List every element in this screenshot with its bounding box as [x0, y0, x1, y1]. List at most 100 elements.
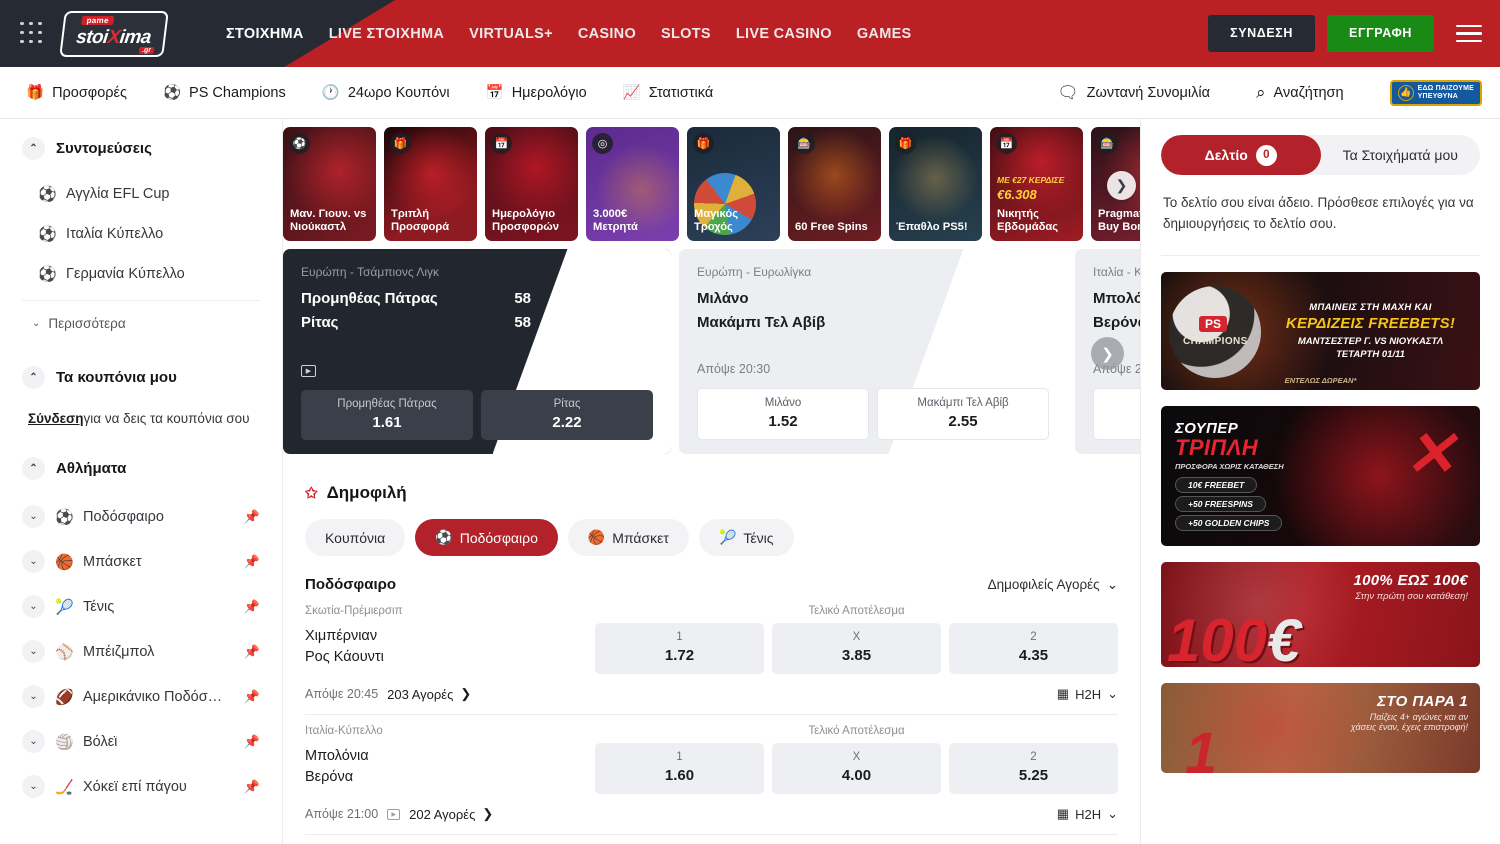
- pin-icon[interactable]: 📌: [244, 734, 260, 750]
- chevron-down-icon[interactable]: ⌄: [22, 505, 45, 528]
- odd-button-x[interactable]: X 4.00: [772, 743, 941, 794]
- subnav-item-live-chat[interactable]: 🗨 Ζωντανή Συνομιλία: [1057, 83, 1210, 103]
- match-carousel-next-button[interactable]: ❯: [1091, 337, 1124, 370]
- pin-icon[interactable]: 📌: [244, 554, 260, 570]
- promo-tile[interactable]: 📅 ΜΕ €27 ΚΕΡΔΙΣΕ €6.308 ΝικητήςΕβδομάδας: [990, 127, 1083, 241]
- tab-football[interactable]: ⚽ Ποδόσφαιρο: [415, 519, 558, 556]
- sidebar-item-italy-cup[interactable]: ⚽ Ιταλία Κύπελλο: [22, 214, 260, 254]
- subnav-item-search[interactable]: ⌕ Αναζήτηση: [1256, 83, 1344, 103]
- login-button[interactable]: ΣΥΝΔΕΣΗ: [1208, 15, 1315, 52]
- match-card[interactable]: Ευρώπη - Ευρωλίγκα Μιλάνο Μακάμπι Τελ Αβ…: [679, 249, 1067, 454]
- chevron-down-icon[interactable]: ⌄: [22, 685, 45, 708]
- event-markets-link[interactable]: 202 Αγορές ❯: [409, 806, 493, 822]
- apps-grid-icon[interactable]: [20, 22, 44, 46]
- odd-button-x[interactable]: X 3.85: [772, 623, 941, 674]
- logo-main-text: stoiXima: [75, 26, 152, 48]
- sidebar-item-football[interactable]: ⌄ ⚽ Ποδόσφαιρο 📌: [22, 494, 260, 539]
- sidebar-section-sports[interactable]: ⌃ Αθλήματα: [22, 457, 260, 480]
- odd-button[interactable]: Προμηθέας Πάτρας 1.61: [301, 390, 473, 440]
- sidebar-item-efl-cup[interactable]: ⚽ Αγγλία EFL Cup: [22, 174, 260, 214]
- sidebar-item-volleyball[interactable]: ⌄ 🏐 Βόλεϊ 📌: [22, 719, 260, 764]
- tab-tennis[interactable]: 🎾 Τένις: [699, 519, 794, 556]
- nav-item-casino[interactable]: CASINO: [578, 26, 636, 42]
- odd-button[interactable]: 1 1.60: [1093, 388, 1140, 440]
- nav-item-slots[interactable]: SLOTS: [661, 26, 711, 42]
- event-markets-link[interactable]: 203 Αγορές ❯: [387, 686, 471, 702]
- match-card[interactable]: Ευρώπη - Τσάμπιονς Λιγκ Προμηθέας Πάτρας…: [283, 249, 671, 454]
- pin-icon[interactable]: 📌: [244, 644, 260, 660]
- event-away-team[interactable]: Βερόνα: [305, 767, 595, 788]
- pin-icon[interactable]: 📌: [244, 779, 260, 795]
- tab-basketball[interactable]: 🏀 Μπάσκετ: [568, 519, 689, 556]
- right-banner-sto-para-1[interactable]: 1 ΣΤΟ ΠΑΡΑ 1 Παίζεις 4+ αγώνες και αν χά…: [1161, 683, 1480, 773]
- hamburger-menu-icon[interactable]: [1456, 20, 1482, 48]
- sidebar-section-shortcuts[interactable]: ⌃ Συντομεύσεις: [22, 137, 260, 160]
- sidebar-item-baseball[interactable]: ⌄ ⚾ Μπέιζμπολ 📌: [22, 629, 260, 674]
- nav-item-stoixima[interactable]: ΣΤΟΙΧΗΜΑ: [226, 26, 304, 42]
- sidebar-item-ice-hockey[interactable]: ⌄ 🏒 Χόκεϊ επί πάγου 📌: [22, 764, 260, 809]
- chevron-down-icon[interactable]: ⌄: [22, 775, 45, 798]
- responsible-gaming-badge[interactable]: 👍 ΕΔΩ ΠΑΙΖΟΥΜΕ ΥΠΕΥΘΥΝΑ: [1390, 80, 1482, 106]
- markets-selector[interactable]: Δημοφιλείς Αγορές ⌄: [988, 577, 1118, 593]
- promo-tile[interactable]: 🎁 Έπαθλο PS5!: [889, 127, 982, 241]
- nav-item-virtuals[interactable]: VIRTUALS+: [469, 26, 553, 42]
- chevron-down-icon[interactable]: ⌄: [22, 640, 45, 663]
- tv-icon[interactable]: ▶: [387, 809, 400, 820]
- sidebar-item-american-football[interactable]: ⌄ 🏈 Αμερικάνικο Ποδόσ… 📌: [22, 674, 260, 719]
- event-h2h-button[interactable]: ▦ H2H ⌄: [1057, 806, 1118, 822]
- odd-button[interactable]: Ρίτας 2.22: [481, 390, 653, 440]
- nav-item-live-stoixima[interactable]: LIVE ΣΤΟΙΧΗΜΑ: [329, 26, 444, 42]
- promo-tile[interactable]: 🎁 ΤριπλήΠροσφορά: [384, 127, 477, 241]
- subnav-item-24h-coupon[interactable]: 🕐 24ωρο Κουπόνι: [322, 84, 450, 101]
- calendar-icon: 📅: [996, 133, 1017, 154]
- signup-button[interactable]: ΕΓΓΡΑΦΗ: [1327, 15, 1434, 52]
- chevron-down-icon[interactable]: ⌄: [22, 550, 45, 573]
- promo-tile[interactable]: 🎁 ΜαγικόςΤροχός: [687, 127, 780, 241]
- chevron-down-icon[interactable]: ⌄: [22, 595, 45, 618]
- subnav-item-ps-champions[interactable]: ⚽ PS Champions: [163, 84, 286, 101]
- odd-button[interactable]: Μιλάνο 1.52: [697, 388, 869, 440]
- tab-betslip[interactable]: Δελτίο 0: [1161, 135, 1321, 175]
- odd-button-1[interactable]: 1 1.72: [595, 623, 764, 674]
- right-banner-super-tripli[interactable]: ✕ ΣΟΥΠΕΡ ΤΡΙΠΛΗ ΠΡΟΣΦΟΡΑ ΧΩΡΙΣ ΚΑΤΑΘΕΣΗ …: [1161, 406, 1480, 546]
- subnav-item-offers[interactable]: 🎁 Προσφορές: [26, 84, 127, 101]
- sidebar-section-my-coupons[interactable]: ⌃ Τα κουπόνια μου: [22, 366, 260, 389]
- right-banner-ps-champions[interactable]: PS CHAMPIONS ΜΠΑΙΝΕΙΣ ΣΤΗ ΜΑΧΗ ΚΑΙ ΚΕΡΔΙ…: [1161, 272, 1480, 390]
- betslip-tab-label: Δελτίο: [1205, 147, 1248, 163]
- promo-tile[interactable]: ◎ 3.000€Μετρητά: [586, 127, 679, 241]
- nav-item-games[interactable]: GAMES: [857, 26, 912, 42]
- subnav-item-calendar[interactable]: 📅 Ημερολόγιο: [486, 84, 587, 101]
- live-stream-indicator[interactable]: ▶: [301, 365, 653, 377]
- event-league: Σκωτία-Πρέμιερσιπ: [305, 605, 595, 617]
- event-home-team[interactable]: Χιμπέρνιαν: [305, 626, 595, 647]
- pin-icon[interactable]: 📌: [244, 689, 260, 705]
- chevron-down-icon[interactable]: ⌄: [22, 730, 45, 753]
- nav-item-live-casino[interactable]: LIVE CASINO: [736, 26, 832, 42]
- sidebar-login-link[interactable]: Σύνδεση: [28, 411, 84, 426]
- promo-tile[interactable]: 🎰 60 Free Spins: [788, 127, 881, 241]
- basketball-icon: 🏀: [588, 529, 605, 546]
- promo-tile[interactable]: 📅 ΗμερολόγιοΠροσφορών: [485, 127, 578, 241]
- promo-tile[interactable]: ⚽ Μαν. Γιουν. vsΝιούκαστλ: [283, 127, 376, 241]
- sidebar-item-germany-cup[interactable]: ⚽ Γερμανία Κύπελλο: [22, 254, 260, 294]
- event-home-team[interactable]: Μπολόνια: [305, 746, 595, 767]
- sidebar-more-button[interactable]: ⌄ Περισσότερα: [22, 305, 260, 342]
- odd-button-2[interactable]: 2 4.35: [949, 623, 1118, 674]
- banner-line-3: ΠΡΟΣΦΟΡΑ ΧΩΡΙΣ ΚΑΤΑΘΕΣΗ: [1175, 462, 1468, 471]
- odd-button-1[interactable]: 1 1.60: [595, 743, 764, 794]
- tab-coupons[interactable]: Κουπόνια: [305, 519, 405, 556]
- odd-button-2[interactable]: 2 5.25: [949, 743, 1118, 794]
- sidebar-item-tennis[interactable]: ⌄ 🎾 Τένις 📌: [22, 584, 260, 629]
- sidebar-divider: [22, 300, 260, 301]
- promo-carousel-next-button[interactable]: ❯: [1107, 171, 1136, 200]
- event-away-team[interactable]: Ρος Κάουντι: [305, 647, 595, 668]
- tab-my-bets[interactable]: Τα Στοιχήματά μου: [1321, 135, 1481, 175]
- sidebar-item-basketball[interactable]: ⌄ 🏀 Μπάσκετ 📌: [22, 539, 260, 584]
- subnav-item-statistics[interactable]: 📈 Στατιστικά: [623, 84, 714, 101]
- pin-icon[interactable]: 📌: [244, 509, 260, 525]
- event-h2h-button[interactable]: ▦ H2H ⌄: [1057, 686, 1118, 702]
- odd-button[interactable]: Μακάμπι Τελ Αβίβ 2.55: [877, 388, 1049, 440]
- pin-icon[interactable]: 📌: [244, 599, 260, 615]
- site-logo[interactable]: pame stoiXima .gr: [62, 10, 166, 57]
- right-banner-welcome-bonus[interactable]: 100€ 100% ΕΩΣ 100€ Στην πρώτη σου κατάθε…: [1161, 562, 1480, 667]
